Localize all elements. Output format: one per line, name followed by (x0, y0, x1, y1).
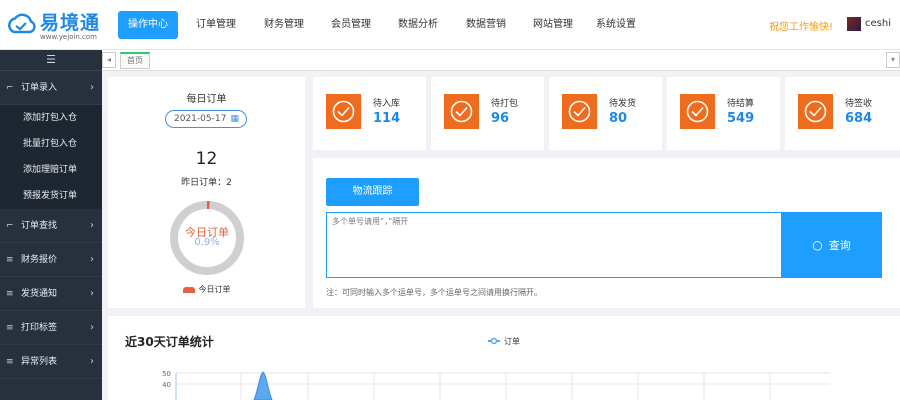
daily-orders-panel: 每日订单 2021-05-17 ▦ 12 昨日订单：2 今日订单 0.9% 今日… (108, 77, 305, 308)
sidebar-item-add-claim-order[interactable]: 添加理赔订单 (0, 157, 102, 183)
stat-label: 待签收 (845, 99, 873, 109)
cloud-logo-icon (8, 13, 36, 34)
stat-label: 待打包 (491, 99, 519, 109)
stat-label: 待发货 (609, 99, 637, 109)
chevron-right-icon: › (90, 288, 94, 299)
check-circle-icon (680, 94, 715, 129)
sidebar-group-order-search[interactable]: ⌐ 订单查找 › (0, 209, 102, 243)
chevron-right-icon: › (90, 82, 94, 93)
stat-label: 待结算 (727, 99, 755, 109)
tracking-panel: 物流跟踪 多个单号请用“，”隔开 ○ 查询 注：可同时输入多个运单号，多个运单号之… (313, 158, 900, 308)
daily-orders-title: 每日订单 (186, 94, 227, 105)
sidebar: ☰ ⌐ 订单录入 › 添加打包入仓 批量打包入仓 添加理赔订单 预报发货订单 ⌐ 订… (0, 50, 102, 400)
stat-value: 114 (373, 111, 401, 126)
stat-card-pending-ship[interactable]: 待发货 80 (549, 77, 662, 150)
tracking-note: 注：可同时输入多个运单号，多个运单号之间请用换行隔开。 (326, 288, 542, 297)
top-bar: 易境通 www.yejoin.com 操作中心 订单管理 财务管理 会员管理 数… (0, 0, 900, 50)
trend-chart: 订单 40 50 (162, 336, 830, 400)
sidebar-item-batch-pack-in[interactable]: 批量打包入仓 (0, 131, 102, 157)
search-icon: ○ (812, 238, 823, 252)
tab-dropdown-icon[interactable]: ▾ (886, 52, 900, 68)
sidebar-item-add-pack-in[interactable]: 添加打包入仓 (0, 105, 102, 131)
legend-label: 今日订单 (198, 285, 231, 294)
sidebar-item-forecast-order[interactable]: 预报发货订单 (0, 183, 102, 209)
nav-data-analysis[interactable]: 数据分析 (384, 11, 452, 39)
yesterday-orders: 昨日订单：2 (181, 178, 232, 188)
logo[interactable]: 易境通 www.yejoin.com (6, 6, 106, 44)
sidebar-group-label: 订单录入 (21, 83, 58, 93)
trend-panel: 近30天订单统计 订单 40 50 (108, 316, 900, 400)
sidebar-group-label: 打印标签 (21, 323, 58, 333)
tab-scroll-left-icon[interactable]: ◂ (102, 52, 116, 68)
stat-value: 684 (845, 111, 873, 126)
sidebar-group-shipping-notice[interactable]: ≡ 发货通知 › (0, 277, 102, 311)
series-peak (253, 371, 273, 400)
stat-value: 80 (609, 111, 628, 126)
stat-label: 待入库 (373, 99, 401, 109)
sidebar-group-label: 异常列表 (21, 357, 58, 367)
menu-icon[interactable]: ☰ (0, 50, 102, 71)
sidebar-group-label: 发货通知 (21, 289, 58, 299)
chevron-right-icon: › (90, 322, 94, 333)
stat-card-pending-sign[interactable]: 待签收 684 (785, 77, 900, 150)
list-icon: ≡ (6, 323, 14, 333)
username[interactable]: ceshi (865, 18, 891, 29)
nav-site-management[interactable]: 网站管理 (520, 11, 586, 39)
bracket-icon: ⌐ (6, 83, 14, 93)
check-circle-icon (326, 94, 361, 129)
ring-legend[interactable]: 今日订单 (108, 284, 305, 295)
chevron-right-icon: › (90, 254, 94, 265)
sidebar-group-label: 订单查找 (21, 221, 58, 231)
nav-order-management[interactable]: 订单管理 (182, 11, 250, 39)
legend-label: 订单 (504, 336, 520, 346)
list-icon: ≡ (6, 255, 14, 265)
logo-name: 易境通 (40, 12, 101, 34)
logo-url: www.yejoin.com (40, 33, 97, 41)
sidebar-group-exception-list[interactable]: ≡ 异常列表 › (0, 345, 102, 379)
legend-marker (490, 337, 498, 345)
nav-operation-center[interactable]: 操作中心 (118, 11, 178, 39)
avatar[interactable] (847, 17, 861, 31)
date-value: 2021-05-17 (174, 114, 227, 124)
stat-card-pending-settle[interactable]: 待结算 549 (667, 77, 780, 150)
check-circle-icon (444, 94, 479, 129)
list-icon: ≡ (6, 357, 14, 367)
nav-system-settings[interactable]: 系统设置 (586, 11, 646, 39)
check-circle-icon (562, 94, 597, 129)
sidebar-group-finance-quote[interactable]: ≡ 财务报价 › (0, 243, 102, 277)
tracking-tab-button[interactable]: 物流跟踪 (326, 178, 419, 206)
nav-finance-management[interactable]: 财务管理 (250, 11, 318, 39)
chevron-right-icon: › (90, 220, 94, 231)
tab-strip: ◂ 首页 ▾ (102, 50, 900, 71)
stat-value: 549 (727, 111, 755, 126)
nav-data-marketing[interactable]: 数据营销 (452, 11, 520, 39)
y-tick-label: 40 (162, 381, 171, 389)
list-icon: ≡ (6, 289, 14, 299)
y-tick-label: 50 (162, 370, 171, 378)
check-circle-icon (798, 94, 833, 129)
legend-swatch (182, 286, 195, 293)
stat-value: 96 (491, 111, 510, 126)
sidebar-group-label: 财务报价 (21, 255, 58, 265)
date-picker[interactable]: 2021-05-17 ▦ (165, 110, 247, 128)
greeting-text: 祝您工作愉快! (769, 22, 834, 33)
stat-card-pending-warehouse[interactable]: 待入库 114 (313, 77, 426, 150)
sidebar-group-print-labels[interactable]: ≡ 打印标签 › (0, 311, 102, 345)
calendar-icon: ▦ (230, 114, 239, 124)
tracking-number-input[interactable]: 多个单号请用“，”隔开 (326, 212, 782, 278)
sidebar-group-order-entry[interactable]: ⌐ 订单录入 › (0, 71, 102, 105)
stat-card-pending-pack[interactable]: 待打包 96 (431, 77, 544, 150)
order-count: 12 (195, 149, 218, 169)
search-button[interactable]: ○ 查询 (781, 212, 882, 278)
ring-percent: 0.9% (194, 237, 220, 248)
main-nav: 操作中心 订单管理 财务管理 会员管理 数据分析 数据营销 网站管理 系统设置 (118, 11, 646, 39)
tab-home[interactable]: 首页 (120, 52, 150, 69)
chevron-right-icon: › (90, 356, 94, 367)
nav-member-management[interactable]: 会员管理 (318, 11, 384, 39)
search-label: 查询 (828, 239, 851, 252)
bracket-icon: ⌐ (6, 221, 14, 231)
